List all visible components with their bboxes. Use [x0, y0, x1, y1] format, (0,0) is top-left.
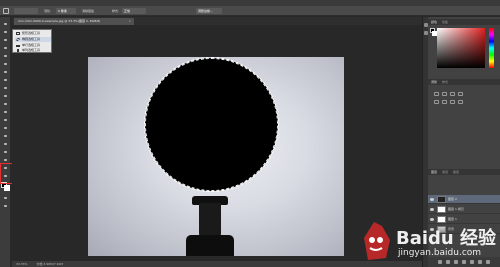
crop-tool-icon[interactable]	[2, 53, 9, 59]
antialias-checkbox[interactable]: 消除锯齿	[82, 9, 94, 13]
marquee-tool-icon[interactable]	[3, 8, 9, 14]
style-value: 正常	[124, 9, 131, 13]
tab-paths[interactable]: 路径	[453, 170, 459, 174]
flyout-item-label: 矩形选框工具	[22, 31, 41, 35]
layer-row[interactable]: 图层 2	[428, 195, 500, 204]
baidu-watermark: Baidu 经验 jingyan.baidu.com	[350, 212, 500, 267]
curves-icon[interactable]	[450, 92, 455, 96]
selection-mode-buttons[interactable]	[14, 8, 38, 14]
layer-thumbnail	[437, 196, 446, 203]
color-panel-header[interactable]: 颜色 色板	[428, 19, 500, 25]
marching-ants-selection	[144, 57, 279, 192]
tools-panel	[0, 17, 11, 267]
flyout-item-rect-marquee[interactable]: 矩形选框工具	[15, 31, 51, 36]
feather-value: 0 像素	[58, 9, 67, 13]
path-select-icon[interactable]	[2, 149, 9, 155]
adjustments-panel-header[interactable]: 调整 样式	[428, 79, 500, 85]
document-tab-bar: mm.chim-0000-0-example.jpg @ 33.3%(图层 2,…	[12, 17, 422, 25]
options-bar: 羽化: 0 像素 消除锯齿 样式: 正常 调整边缘...	[0, 6, 500, 16]
brightness-icon[interactable]	[434, 92, 439, 96]
layer-name: 图层 1 拷贝	[448, 207, 464, 211]
watermark-url: jingyan.baidu.com	[398, 248, 482, 258]
quick-mask-icon[interactable]	[2, 195, 9, 201]
watermark-brand: Baidu 经验	[396, 228, 497, 249]
tab-color[interactable]: 颜色	[431, 20, 437, 24]
stand-base	[186, 235, 234, 256]
color-balance-icon[interactable]	[450, 100, 455, 104]
image-canvas[interactable]	[88, 57, 344, 256]
history-brush-icon[interactable]	[2, 93, 9, 99]
type-tool-icon[interactable]	[2, 141, 9, 147]
refine-edge-label: 调整边缘...	[198, 9, 213, 13]
vibrance-icon[interactable]	[434, 100, 439, 104]
lasso-tool-icon[interactable]	[2, 37, 9, 43]
single-row-marquee-icon	[16, 45, 20, 47]
flyout-item-ellipse-marquee[interactable]: 椭圆选框工具	[15, 37, 51, 42]
levels-icon[interactable]	[442, 92, 447, 96]
color-field[interactable]	[437, 28, 485, 68]
eyedropper-tool-icon[interactable]	[2, 61, 9, 67]
ellipse-marquee-icon	[16, 38, 20, 41]
tab-adjustments[interactable]: 调整	[431, 80, 437, 84]
healing-brush-icon[interactable]	[2, 69, 9, 75]
move-tool-icon[interactable]	[2, 21, 9, 27]
single-column-marquee-icon	[17, 49, 19, 52]
blur-tool-icon[interactable]	[2, 117, 9, 123]
tab-channels[interactable]: 通道	[442, 170, 448, 174]
rect-marquee-icon	[16, 32, 20, 35]
zoom-level[interactable]: 33.33%	[16, 262, 27, 266]
visibility-eye-icon[interactable]	[430, 208, 434, 211]
hue-saturation-icon[interactable]	[442, 100, 447, 104]
marquee-tool-icon[interactable]	[2, 29, 9, 35]
flyout-item-label: 椭圆选框工具	[22, 37, 41, 41]
layer-name: 图层 2	[448, 197, 457, 201]
dodge-tool-icon[interactable]	[2, 125, 9, 131]
eraser-tool-icon[interactable]	[2, 101, 9, 107]
document-size: 文档:3.96M/7.91M	[36, 262, 63, 266]
feather-label: 羽化:	[44, 9, 52, 13]
adjustment-icons	[434, 92, 494, 108]
tab-swatches[interactable]: 色板	[442, 20, 448, 24]
document-tab[interactable]: mm.chim-0000-0-example.jpg @ 33.3%(图层 2,…	[14, 18, 134, 25]
tab-layers[interactable]: 图层	[431, 170, 437, 174]
exposure-icon[interactable]	[458, 92, 463, 96]
brush-tool-icon[interactable]	[2, 77, 9, 83]
flyout-item-label: 单行选框工具	[22, 43, 41, 47]
pen-tool-icon[interactable]	[2, 133, 9, 139]
flyout-item-label: 单列选框工具	[22, 48, 41, 52]
quick-select-tool-icon[interactable]	[2, 45, 9, 51]
clone-stamp-icon[interactable]	[2, 85, 9, 91]
gradient-tool-icon[interactable]	[2, 109, 9, 115]
style-label: 样式:	[112, 9, 120, 13]
close-tab-icon[interactable]: ×	[128, 18, 131, 25]
tab-styles[interactable]: 样式	[442, 80, 448, 84]
visibility-eye-icon[interactable]	[430, 198, 434, 201]
document-tab-title: mm.chim-0000-0-example.jpg @ 33.3%(图层 2,…	[18, 19, 101, 23]
layers-panel-header[interactable]: 图层 通道 路径	[428, 169, 500, 175]
background-color-swatch[interactable]	[4, 185, 10, 191]
hue-slider[interactable]	[489, 28, 494, 68]
marquee-tool-flyout: 矩形选框工具 椭圆选框工具 单行选框工具 单列选框工具	[12, 29, 52, 53]
baidu-paw-icon	[364, 222, 390, 260]
black-white-icon[interactable]	[458, 100, 463, 104]
screen-mode-icon[interactable]	[2, 203, 9, 209]
flyout-item-column-marquee[interactable]: 单列选框工具	[15, 48, 51, 53]
stand-neck	[199, 203, 221, 238]
